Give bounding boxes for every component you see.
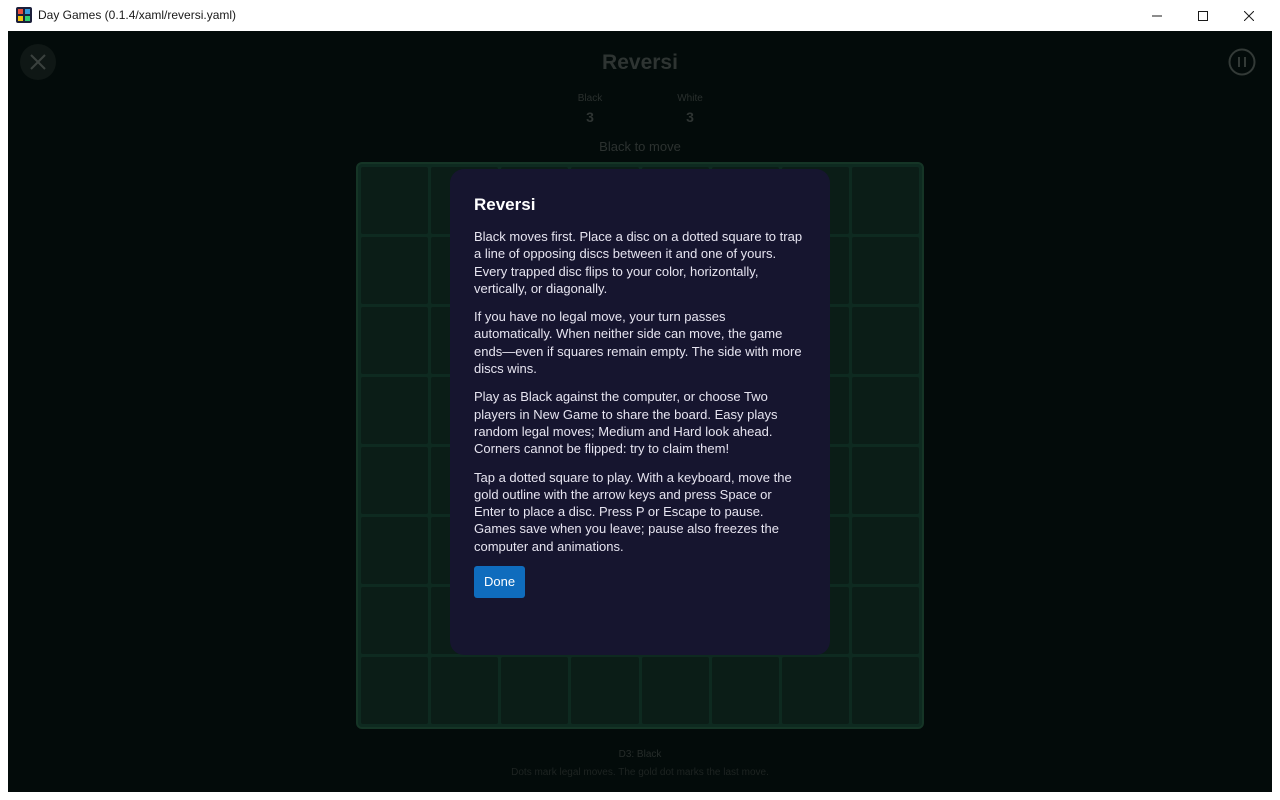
done-button[interactable]: Done [474, 566, 526, 599]
board-cell[interactable] [361, 377, 429, 444]
board-cell[interactable] [711, 657, 779, 724]
game-title: Reversi [602, 51, 678, 74]
last-move: D3: Black [618, 749, 662, 760]
rules-paragraph-4: Tap a dotted square to play. With a keyb… [474, 469, 792, 554]
board-cell[interactable] [361, 587, 429, 654]
board-cell[interactable] [361, 447, 429, 514]
board-cell[interactable] [851, 307, 919, 374]
board-cell[interactable] [781, 657, 849, 724]
board-cell[interactable] [361, 237, 429, 304]
board-cell[interactable] [571, 657, 639, 724]
minimize-button[interactable] [1134, 0, 1180, 31]
board-cell[interactable] [851, 587, 919, 654]
score-label-white: White [677, 93, 703, 104]
board-hint: Dots mark legal moves. The gold dot mark… [511, 767, 769, 778]
score-value-black: 3 [586, 109, 594, 125]
score-value-white: 3 [686, 109, 694, 125]
board-cell[interactable] [851, 237, 919, 304]
board-cell[interactable] [431, 657, 499, 724]
board-cell[interactable] [851, 447, 919, 514]
board-cell[interactable] [851, 167, 919, 234]
score-label-black: Black [577, 93, 603, 104]
rules-paragraph-1: Black moves first. Place a disc on a dot… [474, 229, 803, 296]
rules-dialog: Reversi Black moves first. Place a disc … [450, 169, 830, 655]
rules-paragraph-2: If you have no legal move, your turn pas… [474, 309, 802, 377]
rules-paragraph-3: Play as Black against the computer, or c… [474, 389, 778, 457]
app-window: Day Games (0.1.4/xaml/reversi.yaml) Reve… [0, 0, 1280, 800]
game-area: Reversi Black 3 White 3 Black to move D3… [8, 31, 1272, 792]
dialog-title: Reversi [474, 195, 536, 214]
title-bar[interactable]: Day Games (0.1.4/xaml/reversi.yaml) [0, 0, 1280, 31]
board-cell[interactable] [851, 377, 919, 444]
maximize-button[interactable] [1180, 0, 1226, 31]
turn-status: Black to move [599, 139, 681, 154]
board-cell[interactable] [641, 657, 709, 724]
board-cell[interactable] [361, 307, 429, 374]
board-cell[interactable] [361, 657, 429, 724]
pause-icon [1228, 48, 1256, 76]
close-window-icon [1244, 10, 1254, 21]
board-cell[interactable] [851, 657, 919, 724]
board-cell[interactable] [501, 657, 569, 724]
close-window-button[interactable] [1226, 0, 1272, 31]
maximize-icon [1198, 10, 1208, 21]
pause-button[interactable] [1224, 44, 1260, 80]
board-cell[interactable] [361, 517, 429, 584]
minimize-icon [1152, 15, 1162, 16]
app-icon [16, 7, 32, 23]
board-cell[interactable] [851, 517, 919, 584]
window-title: Day Games (0.1.4/xaml/reversi.yaml) [38, 8, 237, 22]
board-cell[interactable] [361, 167, 429, 234]
